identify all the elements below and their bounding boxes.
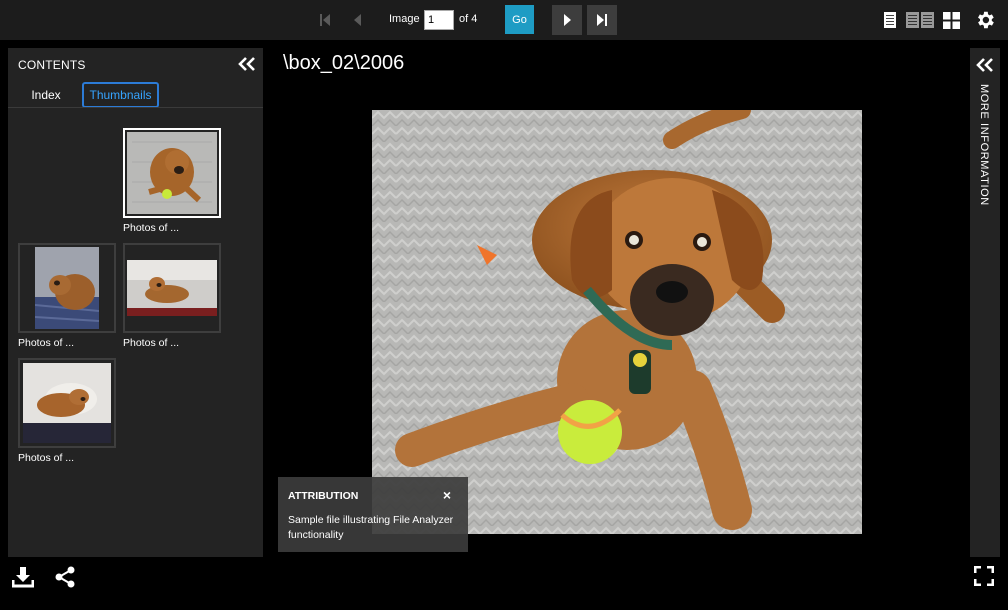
next-page-button[interactable] xyxy=(552,5,582,35)
one-up-icon xyxy=(884,12,896,28)
two-up-view-button[interactable] xyxy=(906,11,934,29)
share-icon xyxy=(55,566,75,588)
thumbnail-2-caption: Photos of ... xyxy=(18,337,75,349)
dog-photo-thumbnail-image xyxy=(127,132,217,214)
go-button[interactable]: Go xyxy=(505,5,534,34)
thumbnail-1-caption: Photos of ... xyxy=(123,222,180,234)
dog-photo-image xyxy=(372,101,862,534)
image-label: Image xyxy=(389,13,420,25)
last-page-button[interactable] xyxy=(587,5,617,35)
gallery-icon xyxy=(942,11,960,29)
next-page-icon xyxy=(564,14,571,26)
dog-photo-thumbnail-image xyxy=(35,247,99,329)
settings-button[interactable] xyxy=(974,9,996,31)
double-chevron-left-icon xyxy=(976,58,993,72)
prev-page-button[interactable] xyxy=(343,5,373,35)
collapse-contents-button[interactable] xyxy=(238,56,256,72)
viewer-toolbar: Image of 4 Go xyxy=(0,0,1008,40)
page-number-input[interactable] xyxy=(424,10,454,30)
contents-panel: CONTENTS Index Thumbnails Photos of ... xyxy=(8,48,263,557)
tab-index[interactable]: Index xyxy=(20,82,72,108)
thumbnail-4[interactable] xyxy=(18,358,116,448)
one-up-view-button[interactable] xyxy=(883,11,897,29)
download-button[interactable] xyxy=(11,566,35,588)
first-page-button[interactable] xyxy=(310,5,340,35)
two-up-icon xyxy=(906,12,934,28)
tab-divider xyxy=(8,107,263,108)
thumbnail-4-caption: Photos of ... xyxy=(18,452,75,464)
double-chevron-left-icon xyxy=(238,57,255,71)
page-count: of 4 xyxy=(459,13,478,25)
main-canvas-image[interactable] xyxy=(372,101,862,534)
attribution-title: ATTRIBUTION xyxy=(288,490,359,502)
dog-photo-thumbnail-image xyxy=(127,260,217,316)
close-icon[interactable]: × xyxy=(440,488,454,502)
thumbnail-3[interactable] xyxy=(123,243,221,333)
more-information-panel: MORE INFORMATION xyxy=(970,48,1000,557)
fullscreen-icon xyxy=(973,565,995,587)
thumbnail-3-caption: Photos of ... xyxy=(123,337,180,349)
first-page-icon xyxy=(320,14,330,26)
attribution-box: ATTRIBUTION × Sample file illustrating F… xyxy=(278,477,468,552)
last-page-icon xyxy=(597,14,607,26)
prev-page-icon xyxy=(354,14,361,26)
attribution-text: Sample file illustrating File Analyzer f… xyxy=(288,514,454,541)
fullscreen-button[interactable] xyxy=(973,565,996,588)
thumbnail-2[interactable] xyxy=(18,243,116,333)
contents-title: CONTENTS xyxy=(18,58,86,72)
tab-thumbnails[interactable]: Thumbnails xyxy=(82,82,159,108)
more-information-label[interactable]: MORE INFORMATION xyxy=(978,84,990,206)
expand-more-information-button[interactable] xyxy=(976,57,994,73)
gear-icon xyxy=(978,11,994,29)
download-icon xyxy=(11,567,35,588)
thumbnail-1[interactable] xyxy=(123,128,221,218)
share-button[interactable] xyxy=(54,566,76,588)
dog-photo-thumbnail-image xyxy=(23,363,111,443)
gallery-view-button[interactable] xyxy=(942,11,960,29)
page-title: \box_02\2006 xyxy=(283,52,405,74)
